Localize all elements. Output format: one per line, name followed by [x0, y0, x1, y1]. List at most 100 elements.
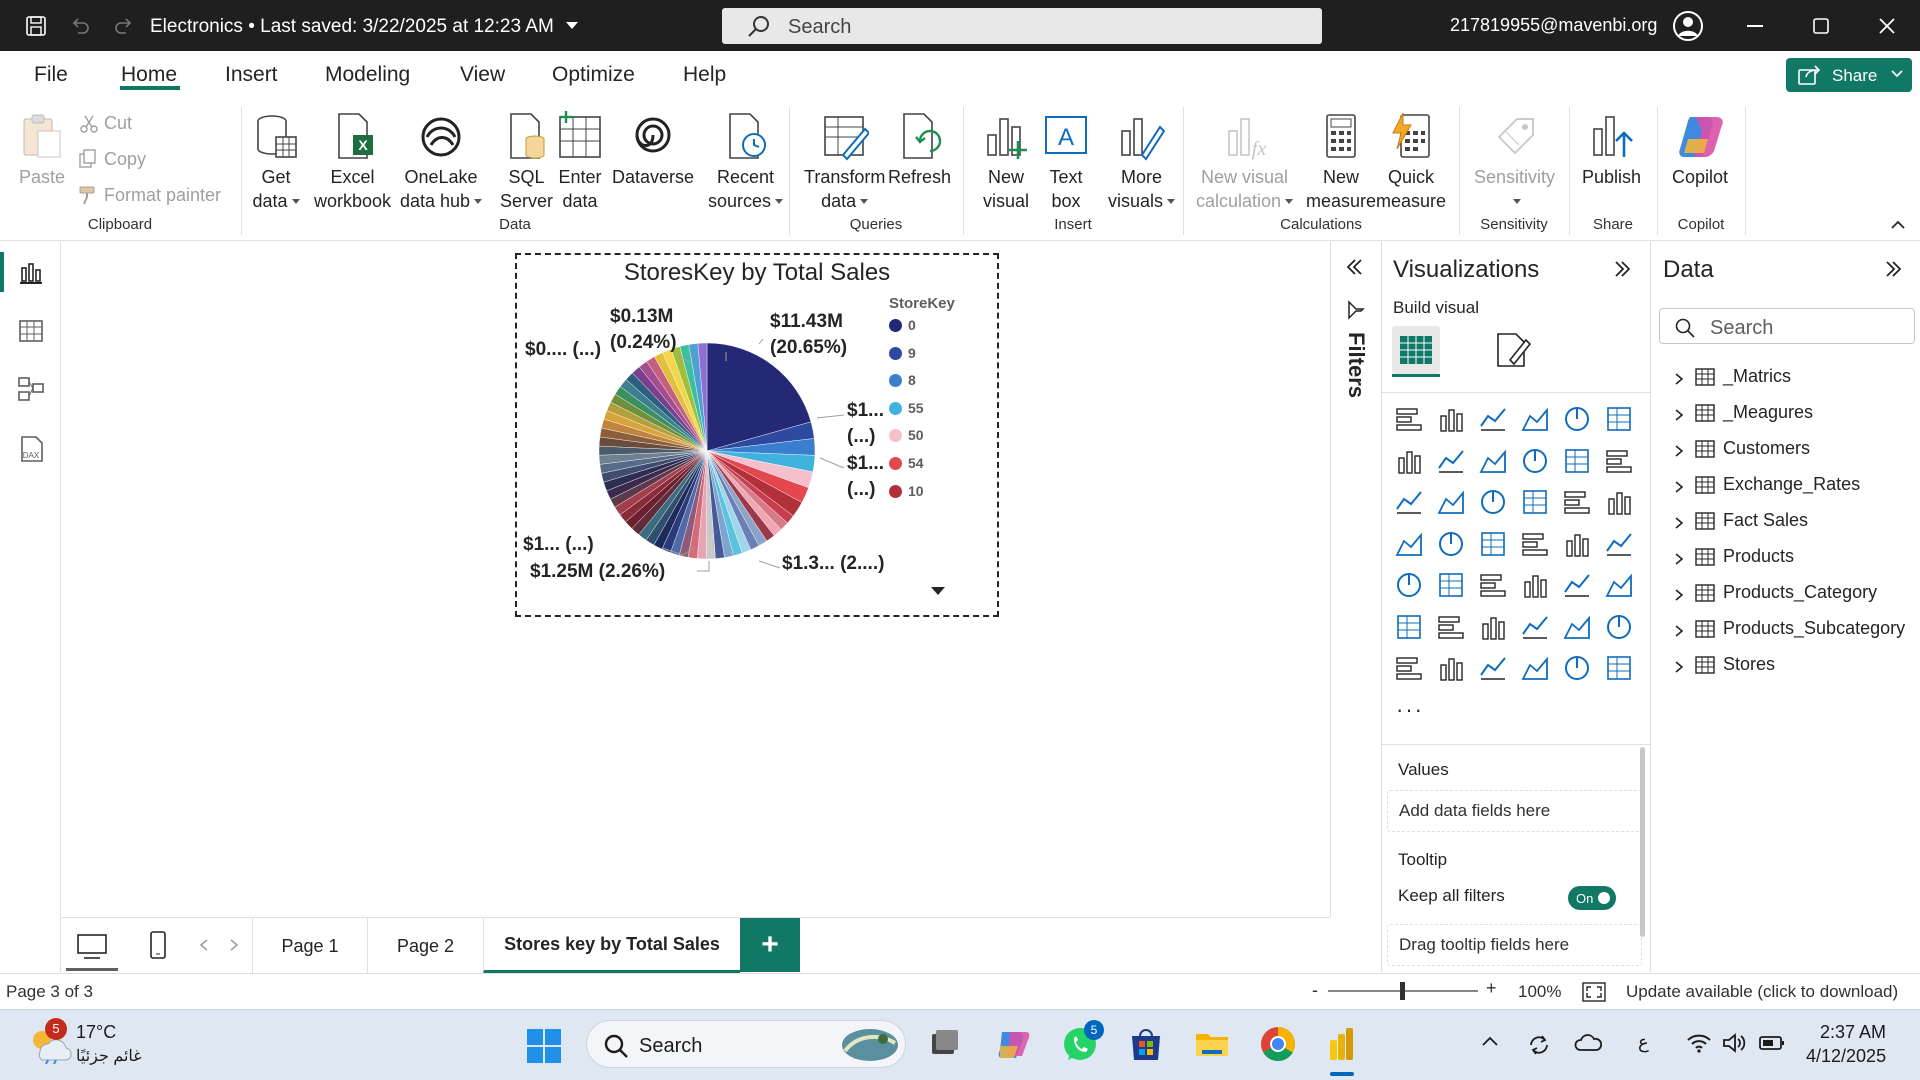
page-tab-1[interactable]: Page 1 — [252, 918, 367, 974]
avatar-icon[interactable] — [1672, 10, 1704, 47]
table-item[interactable]: _Meagures — [1673, 402, 1813, 423]
task-view-icon[interactable] — [924, 1024, 964, 1064]
weather-description[interactable]: غائم جزئيًا — [76, 1046, 142, 1066]
chevron-up-icon[interactable] — [1480, 1032, 1500, 1052]
pie-chart-icon[interactable] — [1562, 487, 1592, 517]
treemap-icon[interactable] — [1394, 529, 1424, 559]
table-view-icon[interactable] — [16, 316, 46, 346]
table-item[interactable]: Stores — [1673, 654, 1775, 675]
publish-button[interactable]: Publish — [1582, 111, 1641, 189]
copy-button[interactable]: Copy — [78, 149, 146, 170]
slicer-icon[interactable] — [1478, 570, 1508, 600]
stacked-area-chart-icon[interactable] — [1478, 446, 1508, 476]
taskbar-search[interactable]: Search — [586, 1020, 906, 1068]
maximize-icon[interactable] — [1796, 8, 1846, 44]
power-automate-visual-icon[interactable] — [1604, 653, 1634, 683]
tab-optimize[interactable]: Optimize — [552, 63, 635, 87]
file-explorer-icon[interactable] — [1192, 1024, 1232, 1064]
legend-scroll-down-icon[interactable] — [931, 587, 945, 595]
100-stacked-area-chart-icon[interactable] — [1520, 446, 1550, 476]
minimize-icon[interactable] — [1730, 8, 1780, 44]
area-chart-icon[interactable] — [1436, 446, 1466, 476]
donut-chart-icon[interactable] — [1604, 487, 1634, 517]
chrome-icon[interactable] — [1258, 1024, 1298, 1064]
save-icon[interactable] — [20, 10, 52, 42]
battery-icon[interactable] — [1758, 1032, 1786, 1054]
power-apps-visual-icon[interactable] — [1562, 653, 1592, 683]
python-visual-icon[interactable] — [1394, 612, 1424, 642]
search-box[interactable]: Search — [722, 8, 1322, 44]
line-chart-icon[interactable] — [1394, 446, 1424, 476]
filled-map-icon[interactable] — [1478, 529, 1508, 559]
scrollbar[interactable] — [1640, 747, 1645, 937]
legend-item[interactable]: 9 — [889, 345, 916, 361]
tab-file[interactable]: File — [34, 63, 68, 87]
multi-row-card-icon[interactable] — [1394, 570, 1424, 600]
sensitivity-button[interactable]: Sensitivity — [1474, 111, 1555, 213]
onelake-button[interactable]: OneLake data hub — [400, 111, 483, 213]
power-apps-icon[interactable] — [1394, 653, 1424, 683]
collapse-data-icon[interactable] — [1883, 258, 1905, 280]
table-item[interactable]: Fact Sales — [1673, 510, 1808, 531]
prev-page-icon[interactable] — [198, 938, 210, 952]
line-and-column-chart-icon[interactable] — [1562, 446, 1592, 476]
update-available-link[interactable]: Update available (click to download) — [1626, 982, 1898, 1002]
user-email[interactable]: 217819955@mavenbi.org — [1450, 15, 1657, 36]
dax-query-view-icon[interactable]: DAX — [16, 434, 46, 464]
decomposition-tree-icon[interactable] — [1478, 612, 1508, 642]
add-page-button[interactable]: + — [740, 918, 800, 972]
input-language[interactable]: ع — [1638, 1032, 1649, 1053]
legend-item[interactable]: 0 — [889, 317, 916, 333]
sql-server-button[interactable]: SQL Server — [500, 111, 553, 213]
text-box-button[interactable]: A Text box — [1042, 111, 1090, 213]
close-icon[interactable] — [1862, 8, 1912, 44]
filters-pane-collapsed[interactable]: Filters — [1330, 242, 1380, 917]
excel-workbook-button[interactable]: X Excel workbook — [314, 111, 391, 213]
document-title[interactable]: Electronics • Last saved: 3/22/2025 at 1… — [150, 16, 578, 38]
clock-date[interactable]: 4/12/2025 — [1806, 1046, 1886, 1067]
more-visuals-ellipsis[interactable]: ··· — [1396, 697, 1424, 723]
waterfall-chart-icon[interactable] — [1436, 487, 1466, 517]
tab-view[interactable]: View — [460, 63, 505, 87]
card-icon[interactable] — [1604, 529, 1634, 559]
desktop-layout-icon[interactable] — [76, 932, 108, 960]
table-item[interactable]: Exchange_Rates — [1673, 474, 1860, 495]
page-tab-2[interactable]: Page 2 — [367, 918, 483, 974]
share-button[interactable]: Share — [1786, 58, 1912, 92]
collapse-visualizations-icon[interactable] — [1612, 258, 1634, 280]
stacked-column-chart-icon[interactable] — [1436, 404, 1466, 434]
chevron-right-icon[interactable] — [1673, 480, 1685, 494]
temperature[interactable]: 17°C — [76, 1022, 116, 1043]
zoom-slider-thumb[interactable] — [1400, 982, 1405, 1000]
chevron-right-icon[interactable] — [1673, 408, 1685, 422]
tab-modeling[interactable]: Modeling — [325, 63, 410, 87]
wifi-icon[interactable] — [1686, 1032, 1712, 1054]
legend-item[interactable]: 10 — [889, 483, 924, 499]
pie-chart-visual[interactable]: StoresKey by Total Sales $11.43M (20.65%)… — [515, 253, 999, 617]
report-canvas[interactable]: StoresKey by Total Sales $11.43M (20.65%)… — [62, 242, 1330, 917]
build-visual-tab[interactable] — [1392, 326, 1440, 374]
onedrive-icon[interactable] — [1574, 1032, 1602, 1054]
power-bi-icon[interactable] — [1322, 1024, 1362, 1064]
values-drop-zone[interactable]: Add data fields here — [1387, 790, 1642, 832]
clustered-bar-chart-icon[interactable] — [1478, 404, 1508, 434]
keep-all-filters-toggle[interactable]: On — [1568, 886, 1616, 910]
zoom-in-button[interactable]: + — [1486, 978, 1497, 999]
chevron-right-icon[interactable] — [1673, 624, 1685, 638]
more-visuals-button[interactable]: More visuals — [1108, 111, 1176, 213]
clustered-column-chart-icon[interactable] — [1520, 404, 1550, 434]
model-view-icon[interactable] — [16, 374, 46, 404]
tab-insert[interactable]: Insert — [225, 63, 278, 87]
copilot-button[interactable]: Copilot — [1672, 111, 1728, 189]
map-icon[interactable] — [1436, 529, 1466, 559]
100-stacked-bar-chart-icon[interactable] — [1562, 404, 1592, 434]
format-visual-icon[interactable] — [1492, 330, 1532, 370]
r-visual-icon[interactable] — [1604, 570, 1634, 600]
new-visual-button[interactable]: New visual — [982, 111, 1030, 213]
chevron-right-icon[interactable] — [1673, 372, 1685, 386]
key-influencers-icon[interactable] — [1436, 612, 1466, 642]
windows-start-icon[interactable] — [526, 1028, 562, 1064]
quick-measure-button[interactable]: Quick measure — [1376, 111, 1446, 213]
format-painter-button[interactable]: Format painter — [78, 185, 221, 206]
chevron-right-icon[interactable] — [1673, 552, 1685, 566]
